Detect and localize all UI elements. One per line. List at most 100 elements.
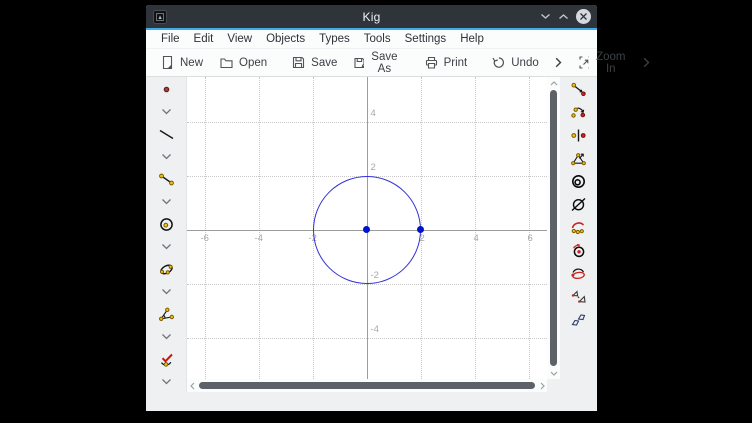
undo-button[interactable]: Undo	[483, 49, 547, 76]
test-check-icon	[158, 351, 175, 368]
document-print-icon	[424, 55, 439, 70]
vertical-scrollbar[interactable]	[547, 77, 560, 379]
concentric-circles-tool-button[interactable]	[570, 173, 587, 190]
scale-tool-button[interactable]	[570, 150, 587, 167]
chevron-down-icon	[161, 198, 172, 206]
translate-tool-button[interactable]	[570, 81, 587, 98]
conic-arc-tool-button[interactable]	[570, 265, 587, 282]
angle-tool-button[interactable]	[158, 306, 175, 323]
translate-icon	[570, 81, 587, 98]
conic-tool-expander[interactable]	[161, 288, 172, 296]
horizontal-scrollbar-thumb[interactable]	[199, 382, 535, 389]
point-tool-expander[interactable]	[161, 108, 172, 116]
projectivity-tool-button[interactable]	[570, 311, 587, 328]
concentric-circles-icon	[570, 173, 587, 190]
open-button[interactable]: Open	[211, 49, 275, 76]
close-icon	[576, 9, 591, 24]
minimize-button[interactable]	[540, 13, 551, 20]
titlebar[interactable]: Kig	[146, 5, 597, 28]
rotation-icon	[570, 242, 587, 259]
save-button[interactable]: Save	[283, 49, 345, 76]
circle-tool-button[interactable]	[158, 216, 175, 233]
menu-edit[interactable]: Edit	[187, 30, 221, 48]
chevron-down-icon	[161, 288, 172, 296]
left-toolbar	[146, 77, 186, 392]
chevron-down-icon	[161, 333, 172, 341]
scroll-right-button[interactable]	[537, 379, 547, 392]
axial-reflection-tool-button[interactable]	[570, 127, 587, 144]
chevron-up-icon	[550, 81, 558, 86]
conic-tool-button[interactable]	[158, 261, 175, 278]
menu-settings[interactable]: Settings	[398, 30, 454, 48]
maximize-button[interactable]	[558, 13, 569, 20]
chevron-right-icon	[555, 57, 562, 68]
document-save-as-icon	[353, 55, 364, 70]
scroll-left-button[interactable]	[187, 379, 197, 392]
window-bottom-margin	[146, 392, 597, 411]
new-button[interactable]: New	[152, 49, 211, 76]
test-tool-expander[interactable]	[161, 378, 172, 386]
circular-inversion-tool-button[interactable]	[570, 196, 587, 213]
menu-view[interactable]: View	[220, 30, 259, 48]
chevron-right-icon	[540, 382, 545, 390]
menu-help[interactable]: Help	[453, 30, 491, 48]
point-tool-button[interactable]	[158, 81, 175, 98]
save-as-button[interactable]: Save As	[345, 49, 407, 76]
x-tick-label: 6	[528, 234, 533, 244]
point-object[interactable]	[363, 226, 370, 233]
x-tick-label: -4	[255, 234, 263, 244]
menu-file[interactable]: File	[154, 30, 187, 48]
close-button[interactable]	[576, 9, 591, 24]
window-title: Kig	[363, 10, 381, 24]
menu-objects[interactable]: Objects	[259, 30, 312, 48]
menu-tools[interactable]: Tools	[357, 30, 398, 48]
angle-icon	[158, 306, 175, 323]
rotation-angle-tool-button[interactable]	[570, 242, 587, 259]
test-tool-button[interactable]	[158, 351, 175, 368]
horizontal-scrollbar[interactable]	[187, 379, 547, 392]
segment-tool-expander[interactable]	[161, 198, 172, 206]
point-icon	[158, 81, 175, 98]
chevron-right-icon	[643, 57, 650, 68]
segment-tool-button[interactable]	[158, 171, 175, 188]
scroll-up-button[interactable]	[547, 77, 560, 89]
projectivity-icon	[570, 311, 587, 328]
chevron-down-icon	[161, 108, 172, 116]
angle-tool-expander[interactable]	[161, 333, 172, 341]
line-tool-button[interactable]	[158, 126, 175, 143]
x-tick-label: -6	[201, 234, 209, 244]
menu-types[interactable]: Types	[312, 30, 357, 48]
zoom-overflow-button[interactable]	[635, 49, 658, 76]
document-save-icon	[291, 55, 306, 70]
chevron-down-icon	[161, 243, 172, 251]
rotate-tool-button[interactable]	[570, 104, 587, 121]
app-icon	[153, 10, 167, 24]
rotate-icon	[570, 104, 587, 121]
scrollbar-corner	[547, 379, 560, 392]
arc-tool-button[interactable]	[570, 219, 587, 236]
edit-undo-icon	[491, 55, 506, 70]
scroll-down-button[interactable]	[547, 367, 560, 379]
vertical-scrollbar-thumb[interactable]	[550, 90, 557, 366]
crossed-circle-icon	[570, 196, 587, 213]
print-button[interactable]: Print	[416, 49, 476, 76]
geometry-canvas[interactable]: -6-4-224642-2-4	[187, 77, 547, 379]
right-toolbar	[560, 77, 597, 392]
similitude-icon	[570, 288, 587, 305]
point-object[interactable]	[417, 226, 424, 233]
segment-icon	[158, 171, 175, 188]
line-icon	[158, 126, 175, 143]
scale-icon	[570, 150, 587, 167]
document-new-icon	[160, 55, 175, 70]
conic-icon	[158, 261, 175, 278]
line-tool-expander[interactable]	[161, 153, 172, 161]
zoom-in-button[interactable]: Zoom In	[570, 49, 635, 76]
chevron-up-icon	[558, 13, 569, 20]
chevron-down-icon	[161, 378, 172, 386]
x-tick-label: 4	[474, 234, 479, 244]
similitude-tool-button[interactable]	[570, 288, 587, 305]
arc-icon	[570, 219, 587, 236]
y-tick-label: -4	[371, 325, 379, 335]
undo-overflow-button[interactable]	[547, 49, 570, 76]
circle-tool-expander[interactable]	[161, 243, 172, 251]
